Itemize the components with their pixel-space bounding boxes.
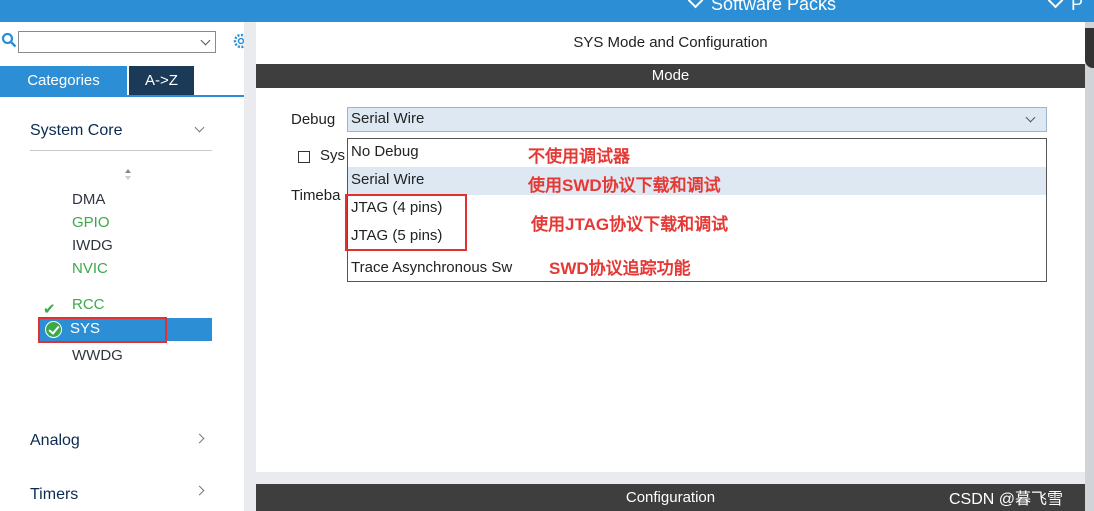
group-analog[interactable]: Analog: [30, 432, 80, 450]
chevron-right-icon[interactable]: [194, 485, 205, 496]
tab-categories[interactable]: Categories: [0, 66, 127, 95]
chevron-down-icon: [1025, 112, 1036, 123]
timebase-label: Timeba: [291, 187, 341, 204]
sys-checkbox-label: Sys: [320, 147, 346, 164]
pinout-menu[interactable]: P: [1047, 0, 1084, 15]
mode-header: Mode: [256, 64, 1085, 88]
group-timers[interactable]: Timers: [30, 486, 78, 504]
annotation-highlight-box: [38, 317, 167, 343]
section-gap: [256, 472, 1085, 484]
tab-a-to-z[interactable]: A->Z: [129, 66, 194, 95]
category-tabs: Categories A->Z: [0, 66, 244, 97]
option-no-debug[interactable]: No Debug: [348, 139, 1046, 167]
option-trace-async[interactable]: Trace Asynchronous Sw: [348, 253, 1046, 281]
watermark: CSDN @暮飞雪: [949, 491, 1064, 508]
component-wwdg[interactable]: WWDG: [72, 347, 123, 364]
option-label: No Debug: [351, 143, 419, 160]
software-packs-menu[interactable]: Software Packs: [687, 0, 837, 15]
panel-splitter[interactable]: [244, 22, 256, 511]
chevron-down-icon[interactable]: [200, 35, 211, 46]
pinout-label: P: [1071, 0, 1084, 14]
annotation-note: 不使用调试器: [528, 147, 630, 166]
debug-select[interactable]: Serial Wire: [347, 107, 1047, 132]
component-nvic[interactable]: NVIC: [72, 260, 108, 277]
chevron-down-icon: [1047, 0, 1064, 9]
chevron-down-icon: [687, 0, 704, 9]
search-icon[interactable]: [1, 32, 17, 48]
divider: [30, 150, 212, 151]
right-scrollbar[interactable]: [1085, 22, 1094, 511]
annotation-note: SWD协议追踪功能: [549, 259, 691, 278]
gear-icon[interactable]: [229, 31, 245, 51]
top-toolbar: Software Packs P: [0, 0, 1094, 22]
option-label: Serial Wire: [351, 171, 425, 188]
scroll-up-down-icon[interactable]: [124, 168, 132, 182]
annotation-highlight-box: [345, 194, 467, 251]
component-gpio[interactable]: GPIO: [72, 214, 110, 231]
option-label: Trace Asynchronous Sw: [351, 259, 513, 276]
group-system-core[interactable]: System Core: [30, 122, 122, 140]
component-sidebar: Categories A->Z System Core DMA GPIO IWD…: [0, 22, 245, 511]
search-input[interactable]: [18, 31, 216, 53]
component-rcc[interactable]: RCC: [72, 296, 105, 313]
sys-checkbox[interactable]: [298, 151, 310, 163]
component-dma[interactable]: DMA: [72, 191, 105, 208]
chevron-down-icon[interactable]: [194, 122, 205, 133]
debug-select-value: Serial Wire: [351, 110, 425, 127]
annotation-note: 使用SWD协议下载和调试: [528, 176, 721, 195]
check-icon: ✔: [43, 301, 56, 318]
annotation-note: 使用JTAG协议下载和调试: [531, 215, 729, 234]
chevron-right-icon[interactable]: [194, 433, 205, 444]
software-packs-label: Software Packs: [711, 0, 837, 14]
debug-label: Debug: [291, 111, 336, 128]
page-title: SYS Mode and Configuration: [573, 34, 768, 51]
scroll-thumb[interactable]: [1085, 28, 1094, 68]
component-iwdg[interactable]: IWDG: [72, 237, 113, 254]
